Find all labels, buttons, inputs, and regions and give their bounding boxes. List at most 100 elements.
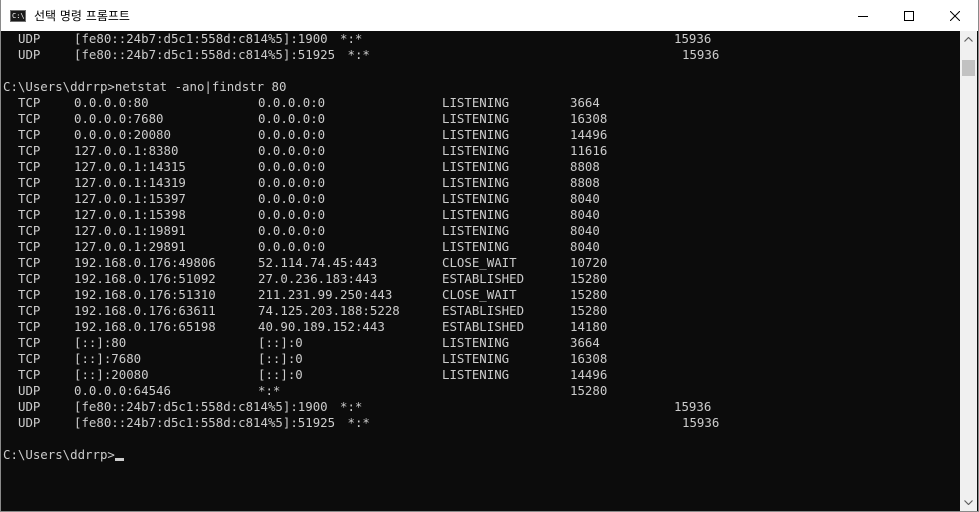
pid-cell: 8808 [570,175,600,190]
state-cell: LISTENING [442,367,510,382]
local-address-cell: [::]:80 [74,335,127,350]
protocol-cell: TCP [18,207,41,222]
foreign-address-cell: 0.0.0.0:0 [258,159,326,174]
chevron-up-icon [964,37,973,42]
protocol-cell: TCP [18,175,41,190]
protocol-cell: TCP [18,287,41,302]
minimize-icon [858,15,868,17]
local-address-cell: 127.0.0.1:14319 [74,175,186,190]
local-address-cell: 192.168.0.176:63611 [74,303,216,318]
pid-cell: 15936 [674,31,712,46]
state-cell: LISTENING [442,191,510,206]
foreign-address-cell: 52.114.74.45:443 [258,255,378,270]
pid-cell: 14496 [570,127,608,142]
cmd-icon-label: C:\ [12,11,25,20]
foreign-address-cell: *:* [347,47,370,62]
scroll-thumb[interactable] [962,60,975,76]
foreign-address-cell: *:* [340,31,363,46]
pid-cell: 16308 [570,351,608,366]
local-address-cell: [fe80::24b7:d5c1:558d:c814%5]:1900 [74,399,328,414]
state-cell: LISTENING [442,207,510,222]
protocol-cell: TCP [18,335,41,350]
scroll-down-button[interactable] [960,494,977,511]
protocol-cell: UDP [18,399,41,414]
local-address-cell: 127.0.0.1:8380 [74,143,179,158]
maximize-icon [904,10,914,21]
maximize-button[interactable] [886,0,932,31]
state-cell: LISTENING [442,223,510,238]
local-address-cell: 0.0.0.0:7680 [74,111,164,126]
pid-cell: 15936 [682,47,720,62]
protocol-cell: TCP [18,191,41,206]
vertical-scrollbar[interactable] [960,31,977,511]
state-cell: ESTABLISHED [442,271,525,286]
local-address-cell: 0.0.0.0:20080 [74,127,171,142]
protocol-cell: TCP [18,159,41,174]
protocol-cell: TCP [18,255,41,270]
local-address-cell: [fe80::24b7:d5c1:558d:c814%5]:1900 [74,31,328,46]
foreign-address-cell: *:* [340,399,363,414]
local-address-cell: 127.0.0.1:15398 [74,207,186,222]
pid-cell: 16308 [570,111,608,126]
state-cell: CLOSE_WAIT [442,255,517,270]
foreign-address-cell: 74.125.203.188:5228 [258,303,400,318]
state-cell: LISTENING [442,159,510,174]
local-address-cell: [::]:20080 [74,367,149,382]
pid-cell: 8808 [570,159,600,174]
local-address-cell: 127.0.0.1:19891 [74,223,186,238]
foreign-address-cell: 27.0.236.183:443 [258,271,378,286]
foreign-address-cell: 40.90.189.152:443 [258,319,385,334]
command-line: C:\Users\ddrrp>netstat -ano|findstr 80 [3,79,287,94]
cmd-icon[interactable]: C:\ [10,9,26,22]
protocol-cell: UDP [18,383,41,398]
protocol-cell: TCP [18,239,41,254]
local-address-cell: 192.168.0.176:51092 [74,271,216,286]
state-cell: LISTENING [442,111,510,126]
protocol-cell: TCP [18,111,41,126]
local-address-cell: [::]:7680 [74,351,142,366]
local-address-cell: [fe80::24b7:d5c1:558d:c814%5]:51925 [74,415,336,430]
local-address-cell: [fe80::24b7:d5c1:558d:c814%5]:51925 [74,47,336,62]
local-address-cell: 0.0.0.0:64546 [74,383,171,398]
foreign-address-cell: [::]:0 [258,335,303,350]
scroll-up-button[interactable] [960,31,977,48]
state-cell: CLOSE_WAIT [442,287,517,302]
foreign-address-cell: 0.0.0.0:0 [258,127,326,142]
local-address-cell: 192.168.0.176:65198 [74,319,216,334]
text-cursor [114,458,124,461]
pid-cell: 14496 [570,367,608,382]
state-cell: ESTABLISHED [442,319,525,334]
title-bar[interactable]: C:\ 선택 명령 프롬프트 [1,0,978,31]
state-cell: LISTENING [442,335,510,350]
protocol-cell: UDP [18,31,41,46]
window-title: 선택 명령 프롬프트 [34,9,130,23]
foreign-address-cell: [::]:0 [258,351,303,366]
protocol-cell: TCP [18,271,41,286]
protocol-cell: TCP [18,127,41,142]
minimize-button[interactable] [840,0,886,31]
pid-cell: 15280 [570,287,608,302]
protocol-cell: TCP [18,143,41,158]
local-address-cell: 0.0.0.0:80 [74,95,149,110]
pid-cell: 10720 [570,255,608,270]
protocol-cell: TCP [18,303,41,318]
pid-cell: 8040 [570,239,600,254]
foreign-address-cell: *:* [258,383,281,398]
local-address-cell: 127.0.0.1:29891 [74,239,186,254]
pid-cell: 15280 [570,383,608,398]
pid-cell: 11616 [570,143,608,158]
foreign-address-cell: 0.0.0.0:0 [258,143,326,158]
protocol-cell: TCP [18,351,41,366]
state-cell: LISTENING [442,175,510,190]
foreign-address-cell: 211.231.99.250:443 [258,287,393,302]
close-button[interactable] [932,0,978,31]
foreign-address-cell: 0.0.0.0:0 [258,191,326,206]
console-output[interactable]: UDP [fe80::24b7:d5c1:558d:c814%5]:1900 *:*… [1,31,962,511]
pid-cell: 3664 [570,335,600,350]
pid-cell: 15936 [682,415,720,430]
foreign-address-cell: 0.0.0.0:0 [258,111,326,126]
pid-cell: 14180 [570,319,608,334]
command-prompt-window: C:\ 선택 명령 프롬프트 UDP[fe80::24b7:d5c1:558d:… [0,0,979,512]
protocol-cell: TCP [18,319,41,334]
foreign-address-cell: 0.0.0.0:0 [258,239,326,254]
